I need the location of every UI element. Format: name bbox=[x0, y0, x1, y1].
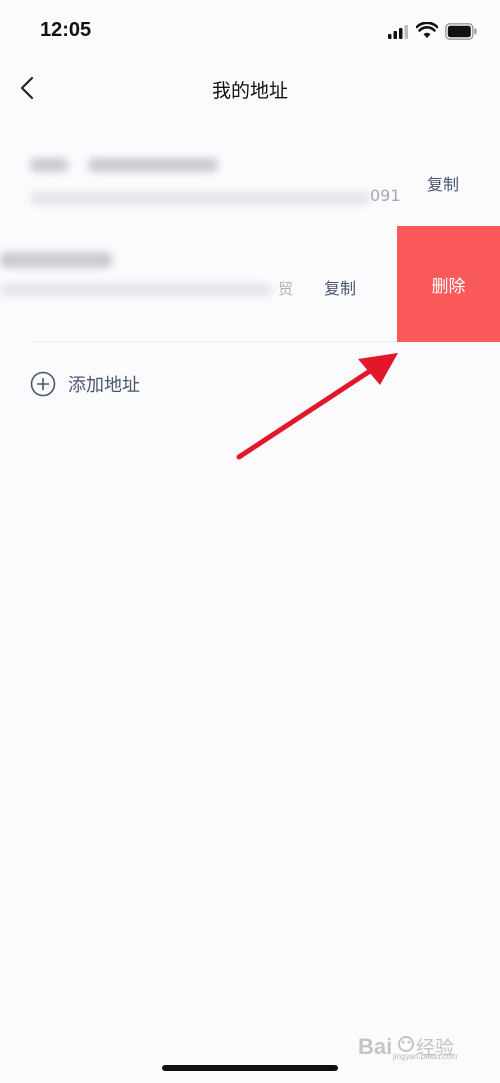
address-fragment: 091 bbox=[370, 186, 401, 205]
address-fragment: 贸 bbox=[278, 280, 294, 298]
blurred-name bbox=[0, 252, 112, 268]
add-address-button[interactable]: 添加地址 bbox=[30, 368, 140, 400]
blurred-phone bbox=[88, 158, 218, 172]
watermark-url: jingyan.baidu.com bbox=[393, 1052, 458, 1061]
blurred-address bbox=[0, 284, 272, 296]
wifi-icon bbox=[416, 22, 438, 38]
annotation-arrow bbox=[236, 353, 398, 460]
home-indicator bbox=[162, 1065, 338, 1071]
copy-button[interactable]: 复制 bbox=[324, 275, 356, 299]
plus-circle-icon bbox=[30, 371, 56, 397]
delete-button[interactable]: 删除 bbox=[397, 226, 500, 342]
blurred-name bbox=[30, 158, 68, 172]
battery-icon bbox=[445, 23, 477, 40]
copy-button[interactable]: 复制 bbox=[427, 171, 459, 195]
address-item[interactable]: 091 复制 bbox=[0, 130, 500, 226]
page-title: 我的地址 bbox=[211, 80, 288, 102]
nav-bar: 我的地址 bbox=[0, 62, 500, 118]
blurred-address bbox=[30, 192, 370, 204]
signal-icon bbox=[388, 25, 408, 39]
status-bar: 12:05 bbox=[0, 0, 500, 62]
screen: 12:05 我的地址 091 复制 贸 复制 删除 添加地址 Bai 经验 ji… bbox=[0, 0, 500, 1083]
divider bbox=[30, 341, 397, 342]
svg-text:Bai: Bai bbox=[358, 1034, 392, 1059]
add-address-label: 添加地址 bbox=[68, 375, 140, 396]
status-time: 12:05 bbox=[40, 19, 92, 41]
